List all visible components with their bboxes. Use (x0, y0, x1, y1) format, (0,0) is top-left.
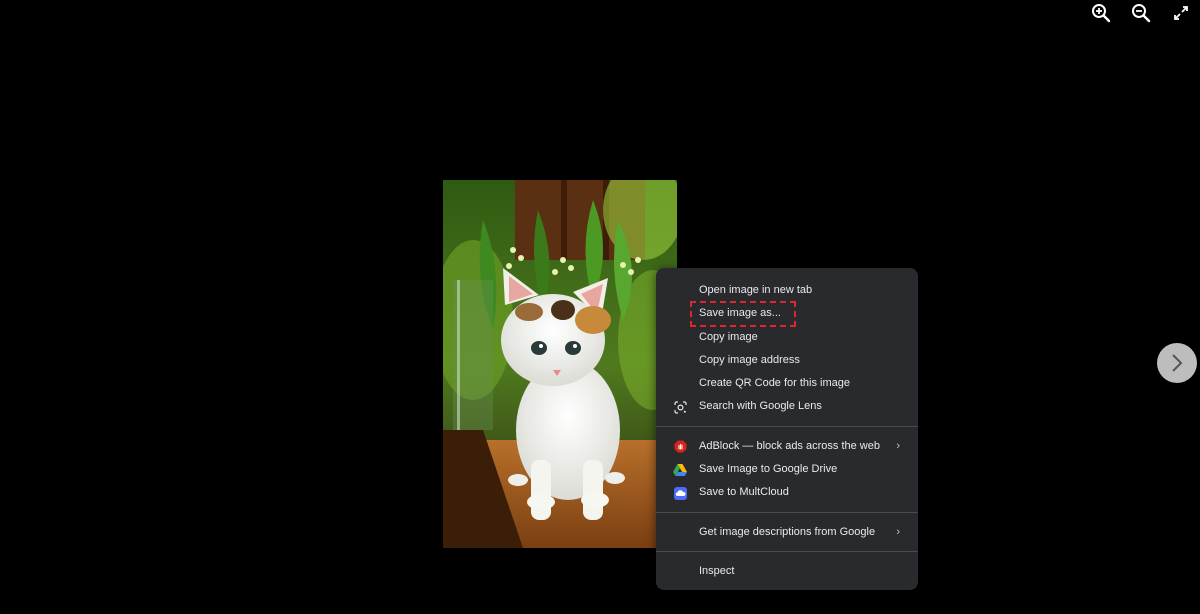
menu-item-inspect[interactable]: Inspect (656, 560, 918, 583)
menu-item-label: Inspect (699, 564, 735, 577)
expand-icon (1174, 6, 1188, 20)
menu-item-search-google-lens[interactable]: Search with Google Lens (656, 395, 918, 418)
menu-item-label: Save image as... (699, 307, 781, 320)
menu-item-label: Create QR Code for this image (699, 377, 851, 390)
image-viewer: Open image in new tab Save image as... C… (0, 0, 1200, 614)
next-image-button[interactable] (1157, 343, 1197, 383)
menu-item-label: Open image in new tab (699, 284, 813, 296)
menu-item-save-google-drive[interactable]: Save Image to Google Drive (656, 458, 918, 481)
google-drive-icon (673, 463, 687, 477)
menu-item-label: Search with Google Lens (699, 400, 822, 413)
menu-item-get-image-descriptions[interactable]: Get image descriptions from Google › (656, 521, 918, 544)
context-menu: Open image in new tab Save image as... C… (656, 268, 918, 590)
menu-item-adblock[interactable]: AdBlock — block ads across the web › (656, 435, 918, 458)
multcloud-icon (673, 486, 687, 500)
chevron-right-icon (1172, 354, 1183, 372)
menu-item-copy-image-address[interactable]: Copy image address (656, 349, 918, 372)
viewer-toolbar (1088, 2, 1194, 24)
menu-item-label: Copy image (699, 330, 758, 343)
adblock-icon (673, 440, 687, 454)
menu-item-save-image-as[interactable]: Save image as... (656, 302, 918, 325)
menu-item-copy-image[interactable]: Copy image (656, 326, 918, 349)
kitten-illustration (443, 180, 677, 548)
menu-separator (656, 550, 918, 552)
menu-item-label: Save to MultCloud (699, 486, 789, 499)
chevron-right-icon: › (896, 525, 900, 538)
menu-item-label: Copy image address (699, 353, 800, 366)
menu-item-label: Get image descriptions from Google (699, 525, 876, 538)
menu-item-label: Save Image to Google Drive (699, 463, 838, 476)
zoom-in-icon (1092, 4, 1111, 23)
menu-separator (656, 511, 918, 513)
menu-item-open-image-new-tab[interactable]: Open image in new tab (656, 279, 918, 302)
menu-item-save-multcloud[interactable]: Save to MultCloud (656, 481, 918, 504)
menu-separator (656, 425, 918, 427)
google-lens-icon (673, 400, 687, 414)
fullscreen-button[interactable] (1168, 2, 1194, 24)
zoom-out-button[interactable] (1128, 2, 1154, 24)
chevron-right-icon: › (896, 439, 900, 452)
zoom-in-button[interactable] (1088, 2, 1114, 24)
menu-item-label: AdBlock — block ads across the web (699, 439, 880, 452)
menu-item-create-qr-code[interactable]: Create QR Code for this image (656, 372, 918, 395)
kitten-photo[interactable] (443, 180, 677, 548)
zoom-out-icon (1132, 4, 1151, 23)
